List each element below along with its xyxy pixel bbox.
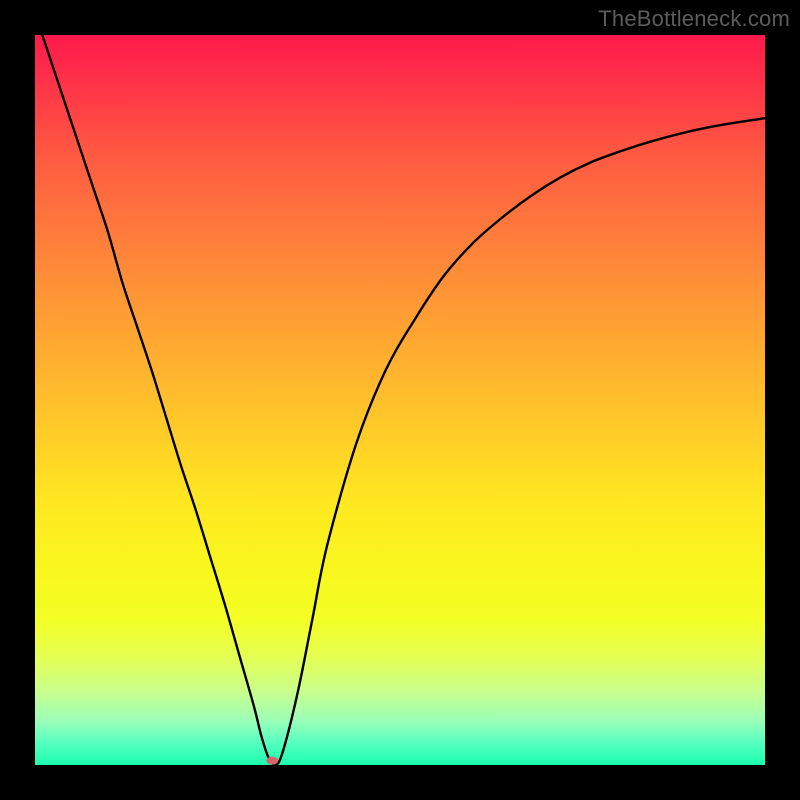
minimum-marker (266, 757, 278, 765)
bottleneck-curve (35, 35, 765, 765)
chart-container: TheBottleneck.com (0, 0, 800, 800)
watermark-text: TheBottleneck.com (598, 6, 790, 32)
plot-area (35, 35, 765, 765)
curve-svg (35, 35, 765, 765)
